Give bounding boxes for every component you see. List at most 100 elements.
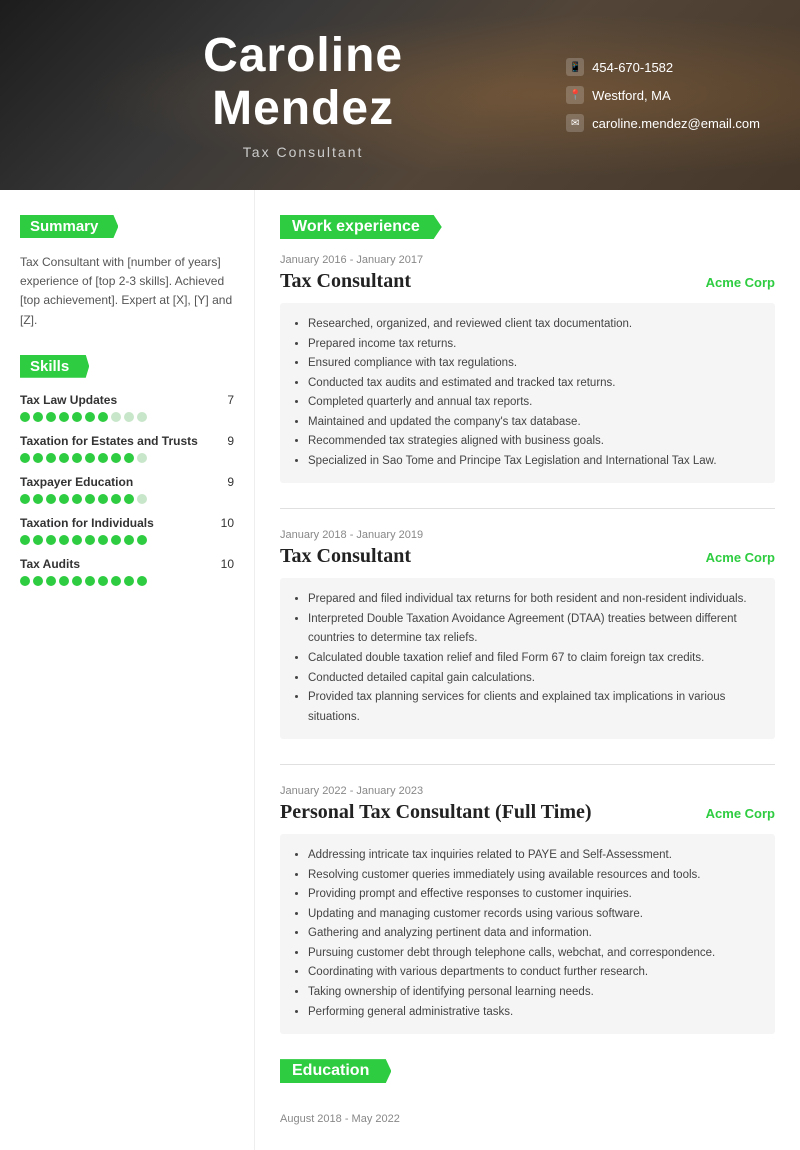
dot-filled — [98, 412, 108, 422]
dot-filled — [98, 576, 108, 586]
summary-section: Summary Tax Consultant with [number of y… — [20, 215, 234, 330]
dot-filled — [98, 535, 108, 545]
dot-filled — [111, 494, 121, 504]
skill-name: Taxation for Estates and Trusts — [20, 434, 198, 448]
dot-filled — [72, 576, 82, 586]
skill-item: Tax Law Updates7 — [20, 393, 234, 422]
work-bullet-item: Recommended tax strategies aligned with … — [308, 432, 763, 452]
work-bullet-item: Taking ownership of identifying personal… — [308, 983, 763, 1003]
work-bullet-item: Specialized in Sao Tome and Principe Tax… — [308, 452, 763, 472]
dot-filled — [98, 453, 108, 463]
dot-empty — [137, 494, 147, 504]
skill-item: Tax Audits10 — [20, 557, 234, 586]
work-bullet-item: Completed quarterly and annual tax repor… — [308, 393, 763, 413]
skills-header: Skills — [20, 355, 89, 378]
work-bullet-item: Prepared income tax returns. — [308, 335, 763, 355]
skill-score: 9 — [227, 475, 234, 489]
skills-section: Skills Tax Law Updates7 Taxation for Esta… — [20, 355, 234, 586]
work-bullet-item: Conducted tax audits and estimated and t… — [308, 374, 763, 394]
header-name-section: Caroline Mendez Tax Consultant — [40, 30, 566, 160]
work-item: January 2018 - January 2019Tax Consultan… — [280, 508, 775, 739]
skill-score: 7 — [227, 393, 234, 407]
work-bullet-item: Addressing intricate tax inquiries relat… — [308, 846, 763, 866]
job-title: Tax Consultant — [40, 144, 566, 160]
work-bullets-list: Prepared and filed individual tax return… — [280, 578, 775, 739]
dot-filled — [46, 576, 56, 586]
section-divider — [280, 508, 775, 509]
dot-filled — [46, 535, 56, 545]
skill-dots — [20, 535, 234, 545]
left-column: Summary Tax Consultant with [number of y… — [0, 190, 255, 1150]
phone-text: 454-670-1582 — [592, 60, 673, 75]
skill-item: Taxpayer Education9 — [20, 475, 234, 504]
dot-filled — [124, 576, 134, 586]
dot-filled — [72, 494, 82, 504]
dot-filled — [20, 412, 30, 422]
work-company: Acme Corp — [706, 550, 775, 565]
first-name: Caroline — [203, 29, 403, 82]
location-icon: 📍 — [566, 86, 584, 104]
dot-filled — [20, 535, 30, 545]
work-bullet-item: Calculated double taxation relief and fi… — [308, 649, 763, 669]
dot-filled — [46, 494, 56, 504]
skill-score: 10 — [221, 516, 234, 530]
summary-text: Tax Consultant with [number of years] ex… — [20, 253, 234, 330]
work-title: Tax Consultant — [280, 545, 411, 568]
dot-filled — [59, 412, 69, 422]
education-section: Education August 2018 - May 2022 — [280, 1059, 775, 1125]
full-name: Caroline Mendez — [40, 30, 566, 136]
dot-empty — [137, 453, 147, 463]
jobs-list: January 2016 - January 2017Tax Consultan… — [280, 254, 775, 1034]
work-company: Acme Corp — [706, 806, 775, 821]
section-divider — [280, 764, 775, 765]
work-bullet-item: Updating and managing customer records u… — [308, 905, 763, 925]
work-company: Acme Corp — [706, 275, 775, 290]
summary-header: Summary — [20, 215, 118, 238]
dot-filled — [59, 453, 69, 463]
location-item: 📍 Westford, MA — [566, 86, 760, 104]
dot-filled — [111, 453, 121, 463]
work-bullet-item: Prepared and filed individual tax return… — [308, 590, 763, 610]
dot-filled — [124, 494, 134, 504]
work-experience-section: Work experience January 2016 - January 2… — [280, 215, 775, 1034]
skill-dots — [20, 576, 234, 586]
work-title: Personal Tax Consultant (Full Time) — [280, 801, 592, 824]
dot-empty — [124, 412, 134, 422]
phone-item: 📱 454-670-1582 — [566, 58, 760, 76]
skill-score: 10 — [221, 557, 234, 571]
dot-filled — [85, 576, 95, 586]
dot-filled — [20, 453, 30, 463]
dot-filled — [98, 494, 108, 504]
skills-list: Tax Law Updates7 Taxation for Estates and… — [20, 393, 234, 586]
skill-item: Taxation for Estates and Trusts9 — [20, 434, 234, 463]
dot-filled — [124, 535, 134, 545]
dot-empty — [137, 412, 147, 422]
work-bullet-item: Ensured compliance with tax regulations. — [308, 354, 763, 374]
dot-filled — [111, 576, 121, 586]
skill-dots — [20, 494, 234, 504]
skill-item: Taxation for Individuals10 — [20, 516, 234, 545]
work-bullet-item: Pursuing customer debt through telephone… — [308, 944, 763, 964]
education-dates: August 2018 - May 2022 — [280, 1113, 775, 1125]
work-bullet-item: Conducted detailed capital gain calculat… — [308, 669, 763, 689]
dot-filled — [85, 494, 95, 504]
skill-dots — [20, 412, 234, 422]
work-bullet-item: Performing general administrative tasks. — [308, 1003, 763, 1023]
work-bullet-item: Coordinating with various departments to… — [308, 963, 763, 983]
dot-filled — [46, 453, 56, 463]
email-icon: ✉ — [566, 114, 584, 132]
dot-filled — [72, 453, 82, 463]
dot-filled — [85, 535, 95, 545]
header-content: Caroline Mendez Tax Consultant 📱 454-670… — [0, 10, 800, 180]
work-item: January 2022 - January 2023Personal Tax … — [280, 764, 775, 1034]
dot-filled — [59, 494, 69, 504]
dot-filled — [59, 576, 69, 586]
skill-dots — [20, 453, 234, 463]
resume-header: Caroline Mendez Tax Consultant 📱 454-670… — [0, 0, 800, 190]
dot-filled — [20, 576, 30, 586]
email-text: caroline.mendez@email.com — [592, 116, 760, 131]
dot-filled — [33, 576, 43, 586]
work-bullet-item: Providing prompt and effective responses… — [308, 885, 763, 905]
last-name: Mendez — [212, 82, 394, 135]
work-bullet-item: Interpreted Double Taxation Avoidance Ag… — [308, 610, 763, 649]
